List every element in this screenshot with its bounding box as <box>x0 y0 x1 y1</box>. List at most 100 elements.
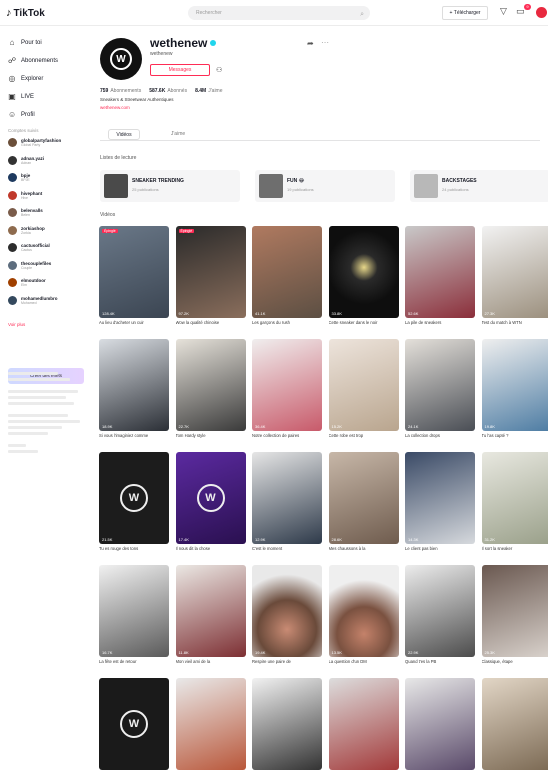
video-item[interactable]: 22.7K Tom Hardy style <box>176 339 246 438</box>
video-thumbnail[interactable] <box>252 678 322 770</box>
video-item[interactable]: 27.3K Test du match à WTN <box>482 226 548 325</box>
following-account[interactable]: bpjeBPJE <box>8 173 30 182</box>
follow-user-icon[interactable]: ⚇ <box>216 66 222 74</box>
video-caption[interactable]: Il nous dit la chose <box>176 546 246 551</box>
video-item[interactable]: 33.8K Cette sneaker dans le noir <box>329 226 399 325</box>
video-item[interactable]: 12.9KC'est le moment <box>252 452 322 551</box>
video-item[interactable] <box>252 678 322 770</box>
video-caption[interactable]: Il sort la sneaker <box>482 546 548 551</box>
video-thumbnail[interactable]: 52.6K <box>405 226 475 318</box>
video-thumbnail[interactable]: 27.3K <box>482 226 548 318</box>
video-item[interactable] <box>176 678 246 770</box>
video-item[interactable]: 19.8K Tu l'as capté ? <box>482 339 548 438</box>
video-item[interactable]: 25.3KClassique, étape <box>482 565 548 664</box>
following-account[interactable]: zorkiashopZorkia <box>8 226 45 235</box>
video-caption[interactable]: Tom Hardy style <box>176 433 246 438</box>
video-item[interactable]: 18.9K Si vous l'imaginiez comme <box>99 339 169 438</box>
video-caption[interactable]: Quand t'es la PB <box>405 659 475 664</box>
stat-item[interactable]: 8.4MJ'aime <box>195 88 222 94</box>
video-caption[interactable]: Tu l'as capté ? <box>482 433 548 438</box>
video-caption[interactable]: Mon vieil ami de la <box>176 659 246 664</box>
video-thumbnail[interactable]: 31.2K <box>482 452 548 544</box>
tab-liked[interactable]: J'aime <box>158 129 198 140</box>
upload-button[interactable]: + Télécharger <box>442 6 488 20</box>
video-thumbnail[interactable] <box>176 678 246 770</box>
video-item[interactable] <box>329 678 399 770</box>
video-thumbnail[interactable]: 12.9K <box>252 452 322 544</box>
video-item[interactable]: 52.6K La pile de sneakers <box>405 226 475 325</box>
video-thumbnail[interactable]: 41.1K <box>252 226 322 318</box>
sidebar-item-home[interactable]: ⌂Pour toi <box>8 38 42 47</box>
video-item[interactable] <box>405 678 475 770</box>
more-options-icon[interactable]: ⋯ <box>321 38 329 47</box>
video-caption[interactable]: Si vous l'imaginiez comme <box>99 433 169 438</box>
stat-item[interactable]: 587.6KAbonnés <box>149 88 187 94</box>
video-thumbnail[interactable]: 19.4K <box>252 565 322 657</box>
sidebar-item-profile[interactable]: ☺Profil <box>8 110 35 119</box>
following-account[interactable]: mohamedlumbroMohamed <box>8 296 58 305</box>
see-all-link[interactable]: Voir plus <box>8 322 25 327</box>
video-caption[interactable]: Le client pas bien <box>405 546 475 551</box>
video-caption[interactable]: Test du match à WTN <box>482 320 548 325</box>
video-item[interactable]: W <box>99 678 169 770</box>
following-account[interactable]: globalpartyfashionGlobal Party <box>8 138 61 147</box>
video-caption[interactable]: La question d'un DM <box>329 659 399 664</box>
video-thumbnail[interactable]: 18.9K <box>99 339 169 431</box>
video-item[interactable]: 14.3K Le client pas bien <box>405 452 475 551</box>
video-caption[interactable]: Les garçons du rush <box>252 320 322 325</box>
video-thumbnail[interactable]: 36.4K <box>252 339 322 431</box>
video-item[interactable]: 11.8KMon vieil ami de la <box>176 565 246 664</box>
video-item[interactable] <box>482 678 548 770</box>
video-caption[interactable]: Classique, étape <box>482 659 548 664</box>
video-caption[interactable]: Mes chaussons à la <box>329 546 399 551</box>
following-account[interactable]: hivephantHive <box>8 191 42 200</box>
video-thumbnail[interactable]: W21.5K <box>99 452 169 544</box>
create-effects-button[interactable]: Créer des effets <box>8 368 84 384</box>
video-caption[interactable]: Respire une paire de <box>252 659 322 664</box>
message-button[interactable]: Messages <box>150 64 210 76</box>
send-icon[interactable]: ▽ <box>500 6 507 17</box>
sidebar-item-following[interactable]: ☍Abonnements <box>8 56 58 65</box>
profile-link[interactable]: wethenew.com <box>100 105 130 110</box>
following-account[interactable]: adnan.yaziAdnan <box>8 156 44 165</box>
video-thumbnail[interactable]: 33.8K <box>329 226 399 318</box>
tiktok-logo[interactable]: ♪ TikTok <box>6 7 45 19</box>
video-thumbnail[interactable]: W <box>99 678 169 770</box>
video-thumbnail[interactable]: 19.8K <box>482 339 548 431</box>
video-thumbnail[interactable]: 13.5K <box>329 565 399 657</box>
video-item[interactable]: W21.5KTu es rouge des tons <box>99 452 169 551</box>
search-icon[interactable]: ⌕ <box>360 8 364 22</box>
video-item[interactable]: 15.2KCette robe est trop <box>329 339 399 438</box>
video-caption[interactable]: Cette sneaker dans le noir <box>329 320 399 325</box>
video-thumbnail[interactable]: Épinglé128.4K <box>99 226 169 318</box>
video-item[interactable]: 22.9K Quand t'es la PB <box>405 565 475 664</box>
video-caption[interactable]: La collection drops <box>405 433 475 438</box>
video-item[interactable]: W17.4K Il nous dit la chose <box>176 452 246 551</box>
video-caption[interactable]: Notre collection de paires <box>252 433 322 438</box>
following-account[interactable]: belenvallsBelen <box>8 208 43 217</box>
video-item[interactable]: 16.7KLa fête est de retour <box>99 565 169 664</box>
video-thumbnail[interactable] <box>482 678 548 770</box>
sidebar-item-compass[interactable]: ◎Explorer <box>8 74 43 83</box>
tab-videos[interactable]: Vidéos <box>108 129 140 140</box>
sidebar-item-live[interactable]: ▣LIVE <box>8 92 34 101</box>
collection-card[interactable]: BACKSTAGES24 publications <box>410 170 548 202</box>
video-caption[interactable]: Wow la qualité chinoise <box>176 320 246 325</box>
video-item[interactable]: 36.4K Notre collection de paires <box>252 339 322 438</box>
collection-card[interactable]: FUN 😂19 publications <box>255 170 395 202</box>
video-item[interactable]: 24.1K La collection drops <box>405 339 475 438</box>
video-thumbnail[interactable]: 22.7K <box>176 339 246 431</box>
video-caption[interactable]: La pile de sneakers <box>405 320 475 325</box>
video-thumbnail[interactable]: 14.3K <box>405 452 475 544</box>
video-item[interactable]: 41.1K Les garçons du rush <box>252 226 322 325</box>
video-item[interactable]: Épinglé128.4K Au lieu d'acheter un cuir <box>99 226 169 325</box>
video-thumbnail[interactable]: 24.1K <box>405 339 475 431</box>
user-avatar[interactable] <box>536 7 547 18</box>
video-thumbnail[interactable]: 22.9K <box>405 565 475 657</box>
video-caption[interactable]: Au lieu d'acheter un cuir <box>99 320 169 325</box>
video-caption[interactable]: Cette robe est trop <box>329 433 399 438</box>
video-item[interactable]: 19.4K Respire une paire de <box>252 565 322 664</box>
video-thumbnail[interactable]: W17.4K <box>176 452 246 544</box>
search-input[interactable]: Rechercher ⌕ <box>188 6 370 20</box>
following-account[interactable]: thecouplefilesCouple <box>8 261 51 270</box>
